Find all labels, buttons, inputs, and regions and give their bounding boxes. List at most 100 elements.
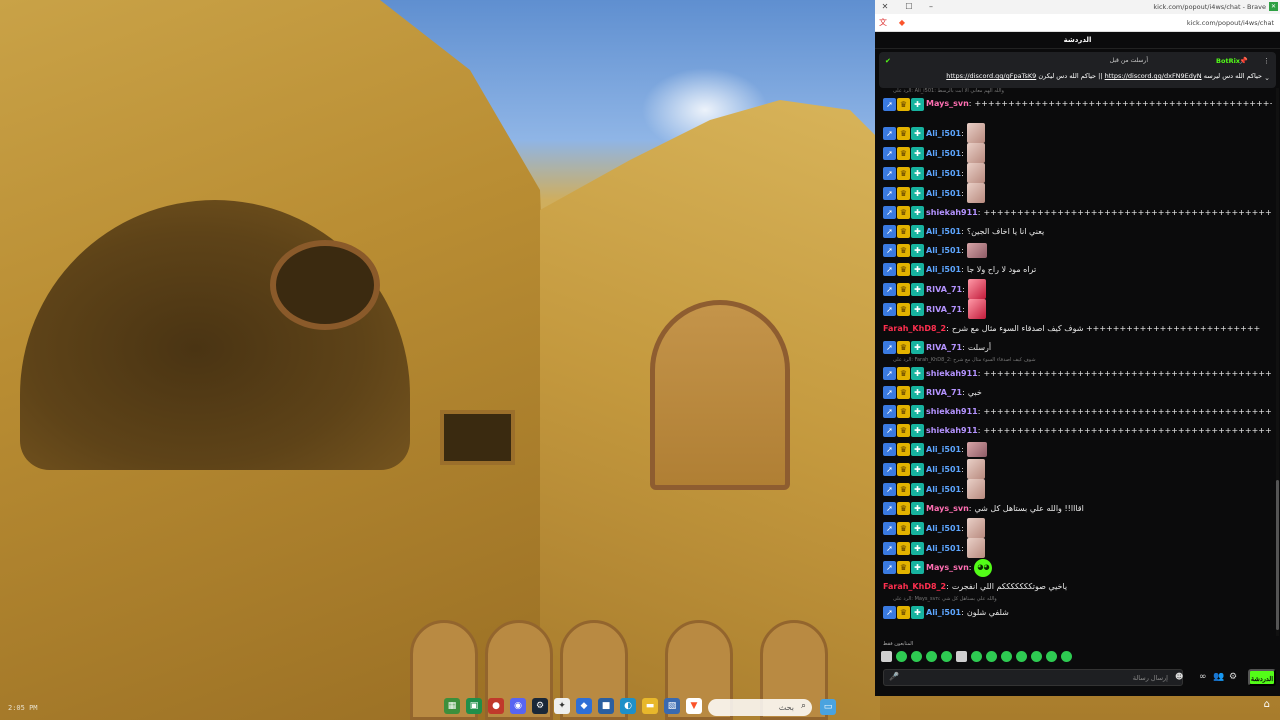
chat-username[interactable]: Ali_i501 (926, 245, 961, 256)
chat-message-input[interactable] (883, 669, 1183, 686)
pinned-link-a[interactable]: https://discord.gg/gFpaTsK9 (946, 72, 1036, 80)
brave-shield-icon[interactable]: ◆ (897, 18, 907, 28)
url-text[interactable]: kick.com/popout/i4ws/chat (1187, 19, 1274, 27)
subscriber-badge-icon: ✚ (911, 561, 924, 574)
chat-emote[interactable] (967, 279, 986, 299)
minecraft-icon[interactable]: ▦ (444, 698, 460, 714)
chat-username[interactable]: Ali_i501 (926, 264, 961, 275)
chat-username[interactable]: RIVA_71 (926, 342, 962, 353)
user-badges: ➚ ♛ ✚ (883, 263, 924, 276)
chat-username[interactable]: Ali_i501 (926, 464, 961, 475)
translate-icon[interactable]: 文 (878, 18, 888, 28)
chat-username[interactable]: shiekah911 (926, 207, 978, 218)
chat-emote[interactable] (966, 143, 985, 163)
chat-username[interactable]: Ali_i501 (926, 128, 961, 139)
emote-icon[interactable] (971, 651, 982, 662)
chat-username[interactable]: Ali_i501 (926, 444, 961, 455)
browser-icon[interactable]: ◆ (576, 698, 592, 714)
emoji-icon[interactable]: ☻ (1175, 672, 1183, 681)
crown-badge-icon: ♛ (897, 186, 910, 200)
crown-badge-icon: ♛ (897, 367, 910, 380)
chat-username[interactable]: Farah_KhD8_2 (883, 323, 946, 334)
steam-icon[interactable]: ⚙ (532, 698, 548, 714)
pin-icon[interactable]: 📌 (1239, 57, 1248, 65)
chat-emote[interactable] (966, 479, 985, 499)
chat-username[interactable]: RIVA_71 (926, 304, 962, 315)
chat-message: ➚ ♛ ✚ shiekah911: ++++++++++++++++++++++++++… (883, 364, 1272, 383)
close-icon[interactable]: ✕ (879, 2, 891, 12)
more-options-icon[interactable]: ⋮ (1263, 57, 1270, 65)
chat-scrollbar-thumb[interactable] (1276, 480, 1279, 630)
discord-icon[interactable]: ◉ (510, 698, 526, 714)
chat-username[interactable]: RIVA_71 (926, 284, 962, 295)
chat-username[interactable]: Mays_svn (926, 503, 969, 514)
chat-username[interactable]: shiekah911 (926, 425, 978, 436)
taskbar-search[interactable]: بحث ⌕ (708, 699, 812, 716)
emote-icon[interactable] (1046, 651, 1057, 662)
emote-icon[interactable] (1001, 651, 1012, 662)
username-separator: : (961, 523, 964, 533)
microphone-icon[interactable]: 🎤 (889, 672, 899, 681)
minimize-icon[interactable]: – (925, 2, 937, 12)
chat-username[interactable]: shiekah911 (926, 406, 978, 417)
chat-username[interactable]: Ali_i501 (926, 148, 961, 159)
chat-username[interactable]: Ali_i501 (926, 484, 961, 495)
emote-icon[interactable] (956, 651, 967, 662)
emote-icon[interactable] (1061, 651, 1072, 662)
maximize-icon[interactable]: ☐ (903, 2, 915, 12)
emote-icon[interactable] (941, 651, 952, 662)
chat-username[interactable]: Ali_i501 (926, 543, 961, 554)
settings-icon[interactable]: ✦ (554, 698, 570, 714)
gear-icon[interactable]: ⚙ (1229, 672, 1237, 682)
chat-username[interactable]: Ali_i501 (926, 188, 961, 199)
emote-icon[interactable] (986, 651, 997, 662)
emote-icon[interactable] (911, 651, 922, 662)
store-icon[interactable]: ■ (598, 698, 614, 714)
chat-username[interactable]: RIVA_71 (926, 387, 962, 398)
app-icon[interactable]: ▣ (466, 698, 482, 714)
chat-emote[interactable]: ◕◕ (974, 558, 993, 577)
emote-icon[interactable] (1031, 651, 1042, 662)
edge-icon[interactable]: ◐ (620, 698, 636, 714)
chat-message: ➚ ♛ ✚ Ali_i501: (883, 163, 1272, 183)
chat-emote[interactable] (966, 538, 985, 558)
chat-emote[interactable] (967, 299, 986, 319)
crown-badge-icon: ♛ (897, 146, 910, 160)
chat-username[interactable]: Mays_svn (926, 562, 969, 573)
crown-badge-icon: ♛ (897, 126, 910, 140)
folder-icon[interactable]: ▬ (642, 698, 658, 714)
chat-emote[interactable] (966, 442, 987, 457)
users-icon[interactable]: 👥 (1213, 672, 1224, 682)
emote-icon[interactable] (1016, 651, 1027, 662)
send-chat-button[interactable]: الدردشة (1248, 669, 1276, 686)
chat-username[interactable]: Ali_i501 (926, 607, 961, 618)
chat-username[interactable]: Ali_i501 (926, 168, 961, 179)
chat-username[interactable]: shiekah911 (926, 368, 978, 379)
chat-emote[interactable] (966, 183, 985, 203)
chat-emote[interactable] (966, 123, 985, 143)
chat-username[interactable]: Ali_i501 (926, 523, 961, 534)
pinned-username[interactable]: BotRix (1216, 57, 1240, 65)
chat-emote[interactable] (966, 243, 987, 258)
chat-tools-icon[interactable]: ∞ (1199, 672, 1207, 682)
chat-username[interactable]: Ali_i501 (926, 226, 961, 237)
game-icon[interactable]: ● (488, 698, 504, 714)
emote-icon[interactable] (926, 651, 937, 662)
emote-icon[interactable] (896, 651, 907, 662)
brave-icon[interactable]: ▼ (686, 698, 702, 714)
photos-icon[interactable]: ▧ (664, 698, 680, 714)
chat-emote[interactable] (966, 518, 985, 538)
chat-emote[interactable] (966, 163, 985, 183)
pinned-link-b[interactable]: https://discord.gg/dxFN9EdyN (1105, 72, 1202, 80)
widget-icon[interactable]: ▭ (820, 699, 836, 715)
emote-icon[interactable] (881, 651, 892, 662)
verified-badge-icon: ➚ (883, 482, 896, 496)
chat-emote[interactable] (966, 459, 985, 479)
chat-message: ➚ ♛ ✚ Ali_i501: (883, 459, 1272, 479)
chevron-down-icon[interactable]: ⌄ (1264, 74, 1270, 82)
username-separator: : (977, 407, 981, 416)
chat-username[interactable]: Farah_KhD8_2 (883, 581, 946, 592)
notification-icon[interactable]: ⌂ (1264, 699, 1270, 710)
extension-icon[interactable]: ✕ (1269, 2, 1278, 11)
chat-username[interactable]: Mays_svn (926, 98, 969, 109)
